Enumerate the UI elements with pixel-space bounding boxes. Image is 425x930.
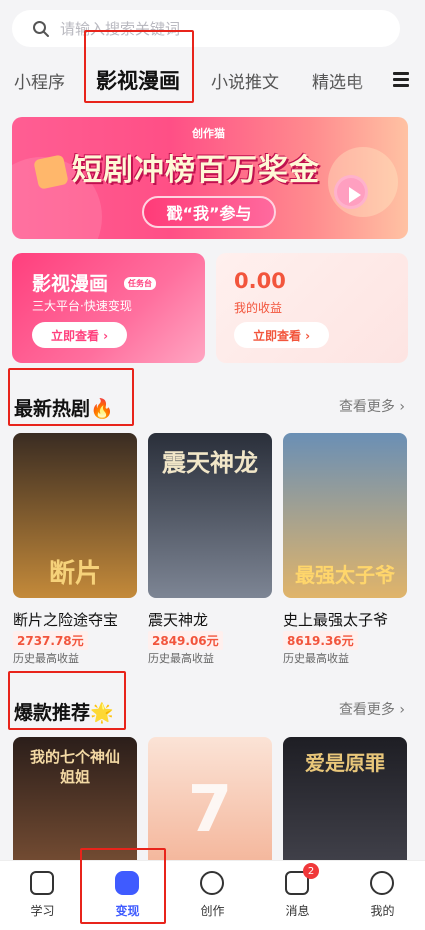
earnings-card[interactable]: 0.00 我的收益 立即查看 ›	[216, 253, 408, 363]
poster-title-art: 断片	[48, 559, 101, 589]
category-tabs: 小程序 影视漫画 小说推文 精选电	[0, 60, 425, 104]
profile-icon	[370, 871, 394, 895]
poster-image: 震天神龙	[148, 433, 272, 598]
tab-fade	[349, 60, 399, 104]
highlight-hot-box	[8, 368, 134, 426]
poster-card[interactable]: 最强太子爷	[283, 433, 407, 598]
play-icon	[334, 175, 368, 209]
task-card-subtitle: 三大平台·快速变现	[32, 299, 132, 313]
poster-title-art: 震天神龙	[162, 449, 258, 477]
page: 请输入搜索关键词 小程序 影视漫画 小说推文 精选电 创作猫 短剧冲榜百万奖金 …	[0, 0, 425, 930]
nav-profile[interactable]: 我的	[340, 861, 425, 930]
earnings-label: 我的收益	[234, 301, 283, 315]
earnings-amount: 0.00	[234, 269, 286, 293]
book-icon	[30, 871, 54, 895]
recommend-section-more-link[interactable]: 查看更多 ›	[339, 699, 405, 719]
drama-name: 史上最强太子爷	[283, 611, 389, 629]
highlight-tab-box	[84, 30, 194, 103]
nav-learn[interactable]: 学习	[0, 861, 85, 930]
nav-label: 我的	[370, 904, 395, 918]
drama-earning: 2849.06元	[148, 631, 223, 650]
promo-banner[interactable]: 创作猫 短剧冲榜百万奖金 戳“我”参与	[12, 117, 408, 239]
earning-label: 历史最高收益	[283, 652, 349, 665]
poster-title-art: 7	[187, 773, 233, 847]
tab-novel[interactable]: 小说推文	[211, 68, 279, 93]
task-card-view-button[interactable]: 立即查看 ›	[32, 322, 127, 348]
poster-title-art: 最强太子爷	[295, 563, 395, 587]
task-card-badge: 任务台	[124, 277, 156, 290]
calendar-icon	[33, 154, 69, 190]
poster-card[interactable]: 震天神龙	[148, 433, 272, 598]
poster-image: 最强太子爷	[283, 433, 407, 598]
drama-name: 断片之险途夺宝	[13, 611, 119, 629]
hot-section-more-link[interactable]: 查看更多 ›	[339, 396, 405, 416]
poster-title-art: 我的七个神仙姐姐	[29, 748, 120, 786]
earning-label: 历史最高收益	[13, 652, 79, 665]
nav-create[interactable]: 创作	[170, 861, 255, 930]
task-card-title: 影视漫画	[32, 273, 109, 295]
nav-label: 消息	[285, 904, 310, 918]
poster-title-art: 爱是原罪	[305, 751, 385, 775]
nav-label: 创作	[200, 904, 225, 918]
highlight-recommend-box	[8, 671, 126, 730]
earning-label: 历史最高收益	[148, 652, 214, 665]
earnings-view-button[interactable]: 立即查看 ›	[234, 322, 329, 348]
poster-card[interactable]: 断片	[13, 433, 137, 598]
nav-label: 学习	[30, 904, 55, 918]
drama-name: 震天神龙	[148, 611, 209, 629]
plus-icon	[200, 871, 224, 895]
highlight-nav-box	[80, 848, 166, 924]
banner-headline: 短剧冲榜百万奖金	[72, 153, 320, 188]
task-card[interactable]: 影视漫画 任务台 三大平台·快速变现 立即查看 ›	[12, 253, 205, 363]
drama-earning: 8619.36元	[283, 631, 358, 650]
poster-image: 断片	[13, 433, 137, 598]
search-icon	[33, 20, 49, 37]
drama-earning: 2737.78元	[13, 631, 88, 650]
search-input[interactable]: 请输入搜索关键词	[12, 10, 400, 47]
banner-cta-button[interactable]: 戳“我”参与	[142, 196, 276, 228]
menu-icon[interactable]	[393, 72, 409, 88]
nav-messages[interactable]: 2 消息	[255, 861, 340, 930]
banner-brand: 创作猫	[192, 127, 225, 140]
message-count-badge: 2	[303, 863, 319, 879]
tab-mini-program[interactable]: 小程序	[14, 68, 65, 93]
bottom-nav: 学习 变现 创作 2 消息 我的	[0, 860, 425, 930]
